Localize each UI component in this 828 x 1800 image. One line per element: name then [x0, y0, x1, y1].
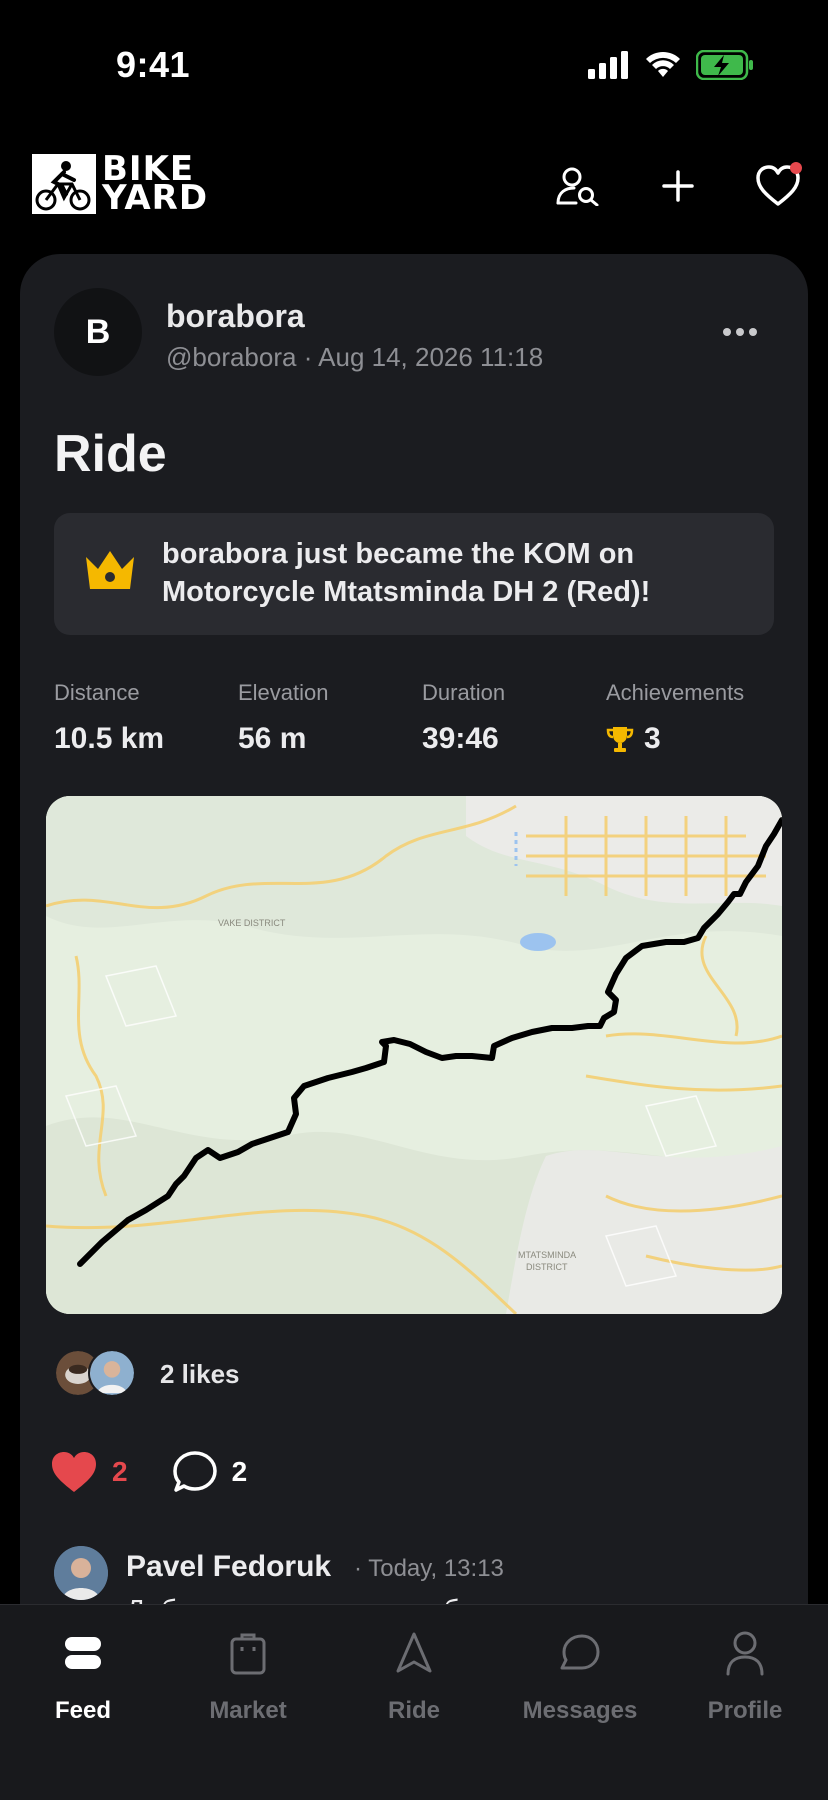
logo-line-2: YARD	[102, 178, 209, 218]
commenter-avatar[interactable]	[54, 1546, 108, 1600]
dot	[723, 328, 731, 336]
tab-feed[interactable]: Feed	[13, 1625, 153, 1725]
cellular-signal-icon	[588, 51, 628, 79]
tab-profile[interactable]: Profile	[675, 1625, 815, 1725]
user-search-icon	[556, 167, 599, 206]
battery-charging-icon	[696, 50, 753, 80]
cyclist-logo-icon	[32, 154, 96, 214]
like-count: 2	[112, 1456, 128, 1487]
feed-icon	[55, 1625, 111, 1681]
like-button[interactable]: 2	[50, 1450, 128, 1494]
stat-value: 39:46	[422, 722, 499, 755]
likes-text: 2 likes	[160, 1358, 240, 1389]
author-avatar[interactable]: B	[54, 288, 142, 376]
stat-value: 3	[606, 722, 744, 756]
stat-distance: Distance 10.5 km	[54, 680, 164, 756]
heart-filled-icon	[52, 1452, 96, 1492]
find-people-button[interactable]	[552, 160, 604, 212]
stat-elevation: Elevation 56 m	[238, 680, 329, 756]
stat-label: Achievements	[606, 680, 745, 705]
comment-item: Pavel Fedoruk · Today, 13:13 Добро пожал…	[54, 1546, 778, 1606]
tab-market[interactable]: Market	[178, 1625, 318, 1725]
comment-button[interactable]: 2	[172, 1450, 248, 1494]
profile-icon	[717, 1625, 773, 1681]
dot	[736, 328, 744, 336]
status-time: 9:41	[116, 44, 191, 85]
navigation-arrow-icon	[386, 1625, 442, 1681]
post-title: Ride	[54, 425, 167, 483]
status-bar: 9:41	[0, 0, 828, 120]
kom-text: borabora just became the KOM on Motorcyc…	[162, 538, 651, 608]
commenter-name[interactable]: Pavel Fedoruk	[126, 1550, 331, 1584]
author-meta: @borabora · Aug 14, 2026 11:18	[166, 342, 544, 372]
tab-label: Profile	[707, 1697, 783, 1724]
tab-label: Messages	[522, 1697, 638, 1724]
author-name[interactable]: borabora	[166, 298, 305, 335]
wifi-icon	[646, 51, 680, 77]
post-card: B borabora @borabora · Aug 14, 2026 11:1…	[20, 254, 808, 1800]
tab-ride[interactable]: Ride	[344, 1625, 484, 1725]
comment-time: · Today, 13:13	[354, 1555, 504, 1582]
tab-messages[interactable]: Messages	[510, 1625, 650, 1725]
create-post-button[interactable]	[652, 160, 704, 212]
trophy-icon	[606, 727, 634, 752]
map-label-vake: VAKE DISTRICT	[218, 918, 286, 928]
stat-label: Elevation	[238, 680, 329, 705]
shopping-bag-icon	[220, 1625, 276, 1681]
author-row: B borabora @borabora · Aug 14, 2026 11:1…	[54, 288, 774, 378]
bikeyard-logo[interactable]: BIKE YARD	[32, 152, 209, 218]
more-options-button[interactable]	[716, 314, 764, 350]
stat-duration: Duration 39:46	[422, 680, 505, 756]
tab-label: Feed	[54, 1697, 111, 1724]
tab-label: Market	[209, 1697, 287, 1724]
header-actions	[552, 160, 804, 212]
map-label-mtatsminda: MTATSMINDA	[518, 1250, 576, 1260]
map-label-district: DISTRICT	[526, 1262, 568, 1272]
comment-count: 2	[231, 1456, 248, 1487]
liker-avatars	[54, 1349, 150, 1399]
plus-icon	[662, 170, 694, 202]
status-icons	[588, 50, 754, 80]
tab-label: Ride	[387, 1697, 440, 1724]
stat-achievements: Achievements 3	[606, 680, 744, 756]
notifications-button[interactable]	[752, 160, 804, 212]
app-header: BIKE YARD	[0, 140, 828, 230]
liker-avatar	[88, 1349, 136, 1397]
crown-icon	[86, 551, 134, 589]
route-map[interactable]: VAKE DISTRICT MTATSMINDA DISTRICT	[46, 796, 782, 1314]
post-actions: 2 2	[50, 1450, 291, 1494]
kom-banner: borabora just became the KOM on Motorcyc…	[54, 513, 774, 635]
bottom-tab-bar: Feed Market Ride Messages Profile	[0, 1604, 828, 1800]
likes-summary[interactable]: 2 likes	[54, 1346, 240, 1402]
comment-bubble-icon	[172, 1451, 217, 1492]
dot	[749, 328, 757, 336]
stat-value: 56 m	[238, 722, 307, 755]
stat-label: Distance	[54, 680, 140, 705]
messages-icon	[552, 1625, 608, 1681]
notification-dot	[790, 162, 802, 174]
stat-value: 10.5 km	[54, 722, 165, 755]
logo-wordmark: BIKE YARD	[102, 152, 209, 218]
achievements-count: 3	[644, 722, 661, 755]
stat-label: Duration	[422, 680, 506, 705]
